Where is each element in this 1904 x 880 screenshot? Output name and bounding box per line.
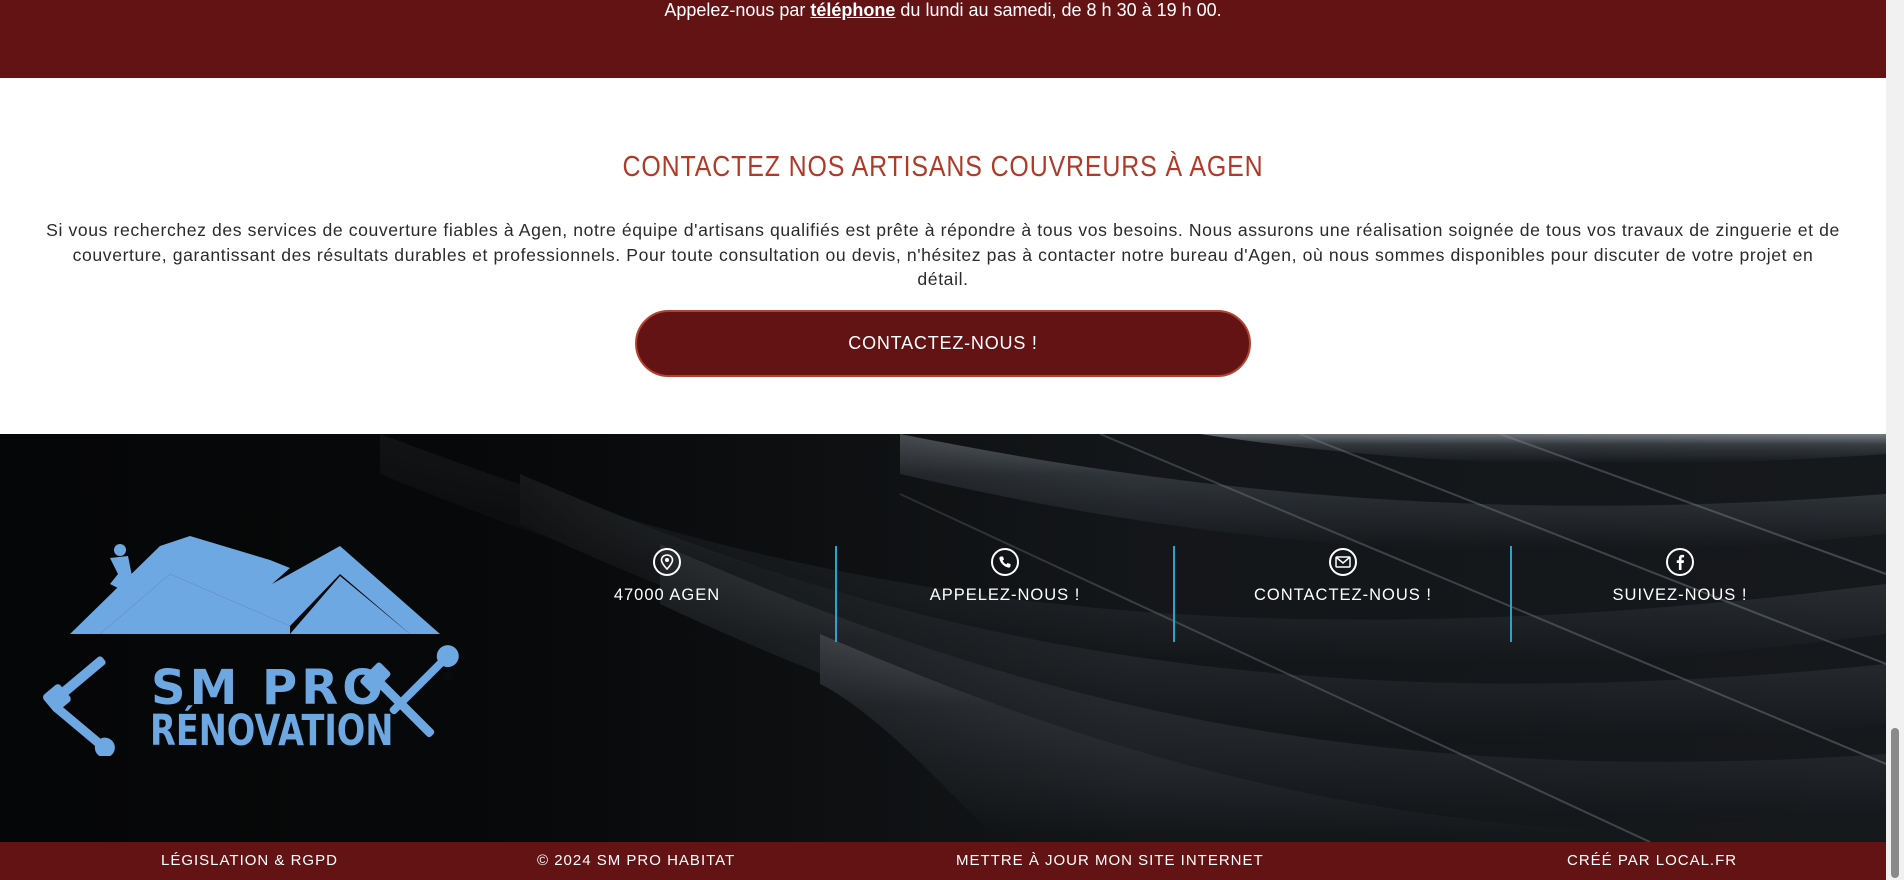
created-by-link[interactable]: CRÉÉ PAR LOCAL.FR: [1567, 852, 1737, 869]
envelope-icon: [1329, 548, 1357, 576]
copyright-text: © 2024 SM PRO HABITAT: [537, 852, 736, 869]
banner-phone-link[interactable]: téléphone: [810, 0, 895, 20]
footer-location[interactable]: 47000 AGEN: [498, 548, 836, 644]
contact-title: CONTACTEZ NOS ARTISANS COUVREURS À AGEN: [622, 151, 1264, 183]
contact-paragraph: Si vous recherchez des services de couve…: [46, 220, 1840, 289]
footer-contact-label: CONTACTEZ-NOUS !: [1254, 586, 1432, 604]
facebook-icon: [1666, 548, 1694, 576]
contact-section: CONTACTEZ NOS ARTISANS COUVREURS À AGEN …: [0, 78, 1886, 434]
vertical-scrollbar[interactable]: [1886, 0, 1904, 880]
legal-link[interactable]: LÉGISLATION & RGPD: [161, 852, 338, 869]
scrollbar-thumb[interactable]: [1891, 728, 1899, 878]
banner-text-before: Appelez-nous par: [664, 0, 811, 20]
footer-follow-label: SUIVEZ-NOUS !: [1612, 586, 1748, 604]
footer-contact[interactable]: CONTACTEZ-NOUS !: [1174, 548, 1512, 644]
page: Appelez-nous par téléphone du lundi au s…: [0, 0, 1886, 880]
footer-call[interactable]: APPELEZ-NOUS !: [836, 548, 1174, 644]
top-banner: Appelez-nous par téléphone du lundi au s…: [0, 0, 1886, 78]
contact-us-button[interactable]: CONTACTEZ-NOUS !: [635, 310, 1251, 377]
footer: SM PRO RÉNOVATION 47000 AGEN APPELEZ-NOU…: [0, 434, 1886, 842]
logo-text-line2: RÉNOVATION: [150, 706, 394, 756]
phone-icon: [991, 548, 1019, 576]
logo-text-line1: SM PRO: [151, 660, 387, 716]
footer-call-label: APPELEZ-NOUS !: [929, 586, 1081, 604]
update-site-link[interactable]: METTRE À JOUR MON SITE INTERNET: [956, 852, 1264, 869]
footer-location-label: 47000 AGEN: [613, 586, 721, 604]
banner-text: Appelez-nous par téléphone du lundi au s…: [0, 0, 1886, 21]
location-pin-icon: [653, 548, 681, 576]
footer-follow[interactable]: SUIVEZ-NOUS !: [1511, 548, 1849, 644]
bottom-bar: LÉGISLATION & RGPD © 2024 SM PRO HABITAT…: [0, 842, 1886, 880]
banner-text-after: du lundi au samedi, de 8 h 30 à 19 h 00.: [895, 0, 1222, 20]
